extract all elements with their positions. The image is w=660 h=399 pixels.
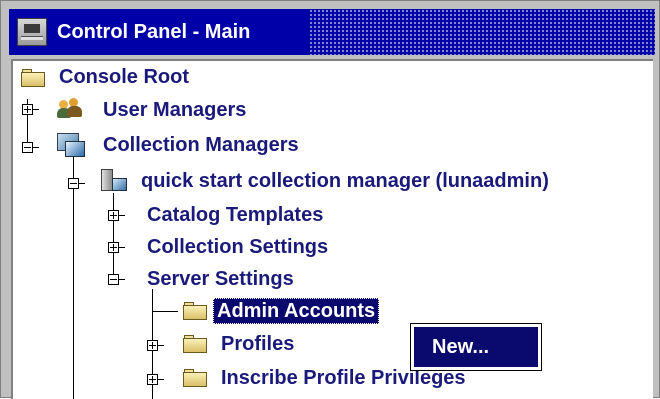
expand-profiles-button[interactable] [147,340,158,351]
tree-connector [73,157,74,399]
tree-view[interactable]: Console Root User Managers Collection Ma… [11,59,653,399]
collapse-server-settings-button[interactable] [108,274,119,285]
expand-inscribe-profile-privileges-button[interactable] [147,374,158,385]
users-icon [57,98,83,120]
tree-node-server-settings[interactable]: Server Settings [145,267,296,291]
admin-console-icon[interactable] [17,18,47,46]
expand-catalog-templates-button[interactable] [108,210,119,221]
tree-node-profiles[interactable]: Profiles [219,332,296,356]
expand-user-managers-button[interactable] [22,104,33,115]
tree-node-quick-start-collection-manager[interactable]: quick start collection manager (lunaadmi… [139,169,551,193]
folder-icon [183,302,207,320]
server-icon [101,169,127,193]
window-title: Control Panel - Main [57,21,251,43]
tree-connector [152,311,178,312]
tree-node-catalog-templates[interactable]: Catalog Templates [145,203,325,227]
tree-node-collection-settings[interactable]: Collection Settings [145,235,330,259]
context-menu-item-new[interactable]: New... [414,327,538,367]
collection-icon [57,133,85,157]
context-menu: New... [410,323,542,371]
tree-node-user-managers[interactable]: User Managers [101,98,248,122]
folder-icon [183,335,207,353]
tree-node-console-root[interactable]: Console Root [57,65,191,89]
folder-icon [183,369,207,387]
tree-connector [113,193,114,281]
control-panel-window: Control Panel - Main Console Root User M… [0,0,660,399]
title-bar[interactable]: Control Panel - Main [9,9,655,55]
tree-node-collection-managers[interactable]: Collection Managers [101,133,301,157]
tree-node-admin-accounts[interactable]: Admin Accounts [213,298,380,324]
expand-collection-settings-button[interactable] [108,242,119,253]
collapse-quick-start-button[interactable] [68,178,79,189]
collapse-collection-managers-button[interactable] [22,142,33,153]
folder-icon [21,69,45,87]
